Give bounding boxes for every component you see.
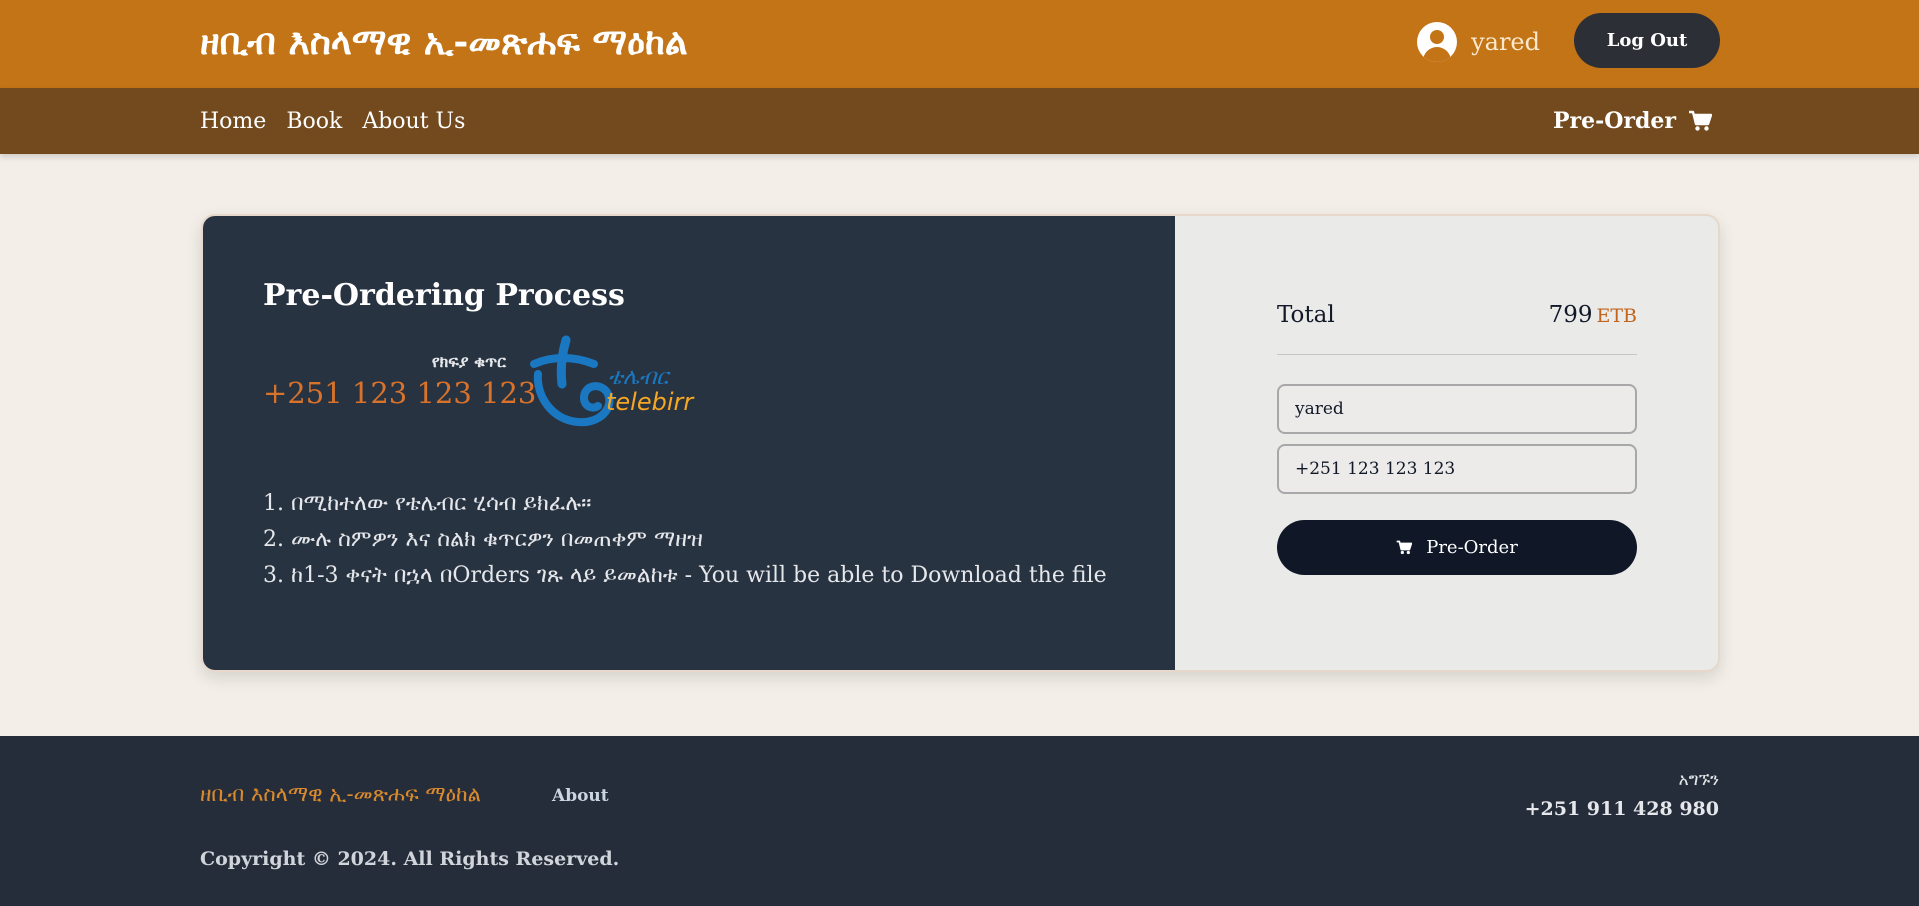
currency-label: ETB bbox=[1596, 305, 1637, 327]
total-label: Total bbox=[1277, 302, 1335, 328]
nav-link-book[interactable]: Book bbox=[286, 109, 342, 134]
user-menu[interactable]: yared bbox=[1417, 22, 1540, 62]
full-name-input[interactable] bbox=[1277, 384, 1637, 434]
process-step: 1. በሚከተለው የቴሌብር ሂሳብ ይክፈሉ። bbox=[263, 491, 592, 516]
process-title: Pre-Ordering Process bbox=[263, 278, 625, 313]
top-header: ዘቢብ እስላማዊ ኢ-መጽሐፍ ማዕከል yared Log Out bbox=[0, 0, 1919, 88]
preorder-card: Pre-Ordering Process የክፍያ ቁጥር +251 123 1… bbox=[201, 214, 1720, 672]
total-amount: 799 bbox=[1548, 302, 1593, 328]
contact-phone: +251 911 428 980 bbox=[1524, 798, 1719, 820]
site-title[interactable]: ዘቢብ እስላማዊ ኢ-መጽሐፍ ማዕከል bbox=[200, 18, 688, 66]
telebirr-logo: ቴሌብር telebirr bbox=[530, 335, 695, 427]
cart-icon bbox=[1689, 110, 1712, 131]
payment-number-label: የክፍያ ቁጥር bbox=[431, 352, 506, 371]
total-divider bbox=[1277, 354, 1637, 355]
footer-about-link[interactable]: About bbox=[552, 786, 609, 806]
username-label[interactable]: yared bbox=[1471, 28, 1540, 56]
preorder-submit-button[interactable]: Pre-Order bbox=[1277, 520, 1637, 575]
user-avatar-icon[interactable] bbox=[1417, 22, 1458, 62]
order-form-panel: Total 799ETB Pre-Order bbox=[1175, 216, 1718, 670]
total-amount-wrap: 799 ETB bbox=[1549, 302, 1637, 328]
nav-preorder-label: Pre-Order bbox=[1553, 108, 1676, 134]
nav-link-about-us[interactable]: About Us bbox=[362, 109, 465, 134]
payment-number: +251 123 123 123 bbox=[263, 376, 537, 410]
process-steps: 1. በሚከተለው የቴሌብር ሂሳብ ይክፈሉ። 2. ሙሉ ስምዎን እና … bbox=[263, 486, 1107, 594]
contact-label: አግኙን bbox=[1678, 770, 1719, 790]
phone-number-input[interactable] bbox=[1277, 444, 1637, 494]
footer-brand-link[interactable]: ዘቢብ እስላማዊ ኢ-መጽሐፍ ማዕከል bbox=[200, 782, 481, 807]
process-step: 3. ከ1-3 ቀናት በኋላ በOrders ገጹ ላይ ይመልከቱ - Yo… bbox=[263, 563, 1107, 588]
copyright-text: Copyright © 2024. All Rights Reserved. bbox=[200, 848, 620, 870]
telebirr-amharic-text: ቴሌብር bbox=[608, 365, 671, 390]
total-row: Total 799 ETB bbox=[1277, 302, 1637, 328]
logout-button[interactable]: Log Out bbox=[1574, 13, 1720, 68]
nav-link-home[interactable]: Home bbox=[200, 109, 266, 134]
site-footer: ዘቢብ እስላማዊ ኢ-መጽሐፍ ማዕከል About አግኙን +251 91… bbox=[0, 736, 1919, 906]
nav-links: Home Book About Us bbox=[200, 88, 485, 154]
telebirr-latin-text: telebirr bbox=[606, 388, 695, 416]
cart-icon bbox=[1396, 540, 1413, 555]
preorder-button-label: Pre-Order bbox=[1426, 537, 1518, 558]
nav-preorder-link[interactable]: Pre-Order bbox=[1553, 88, 1712, 154]
process-step: 2. ሙሉ ስምዎን እና ስልክ ቁጥርዎን በመጠቀም ማዘዝ bbox=[263, 527, 703, 552]
main-nav: Home Book About Us Pre-Order bbox=[0, 88, 1919, 154]
process-panel: Pre-Ordering Process የክፍያ ቁጥር +251 123 1… bbox=[203, 216, 1175, 670]
